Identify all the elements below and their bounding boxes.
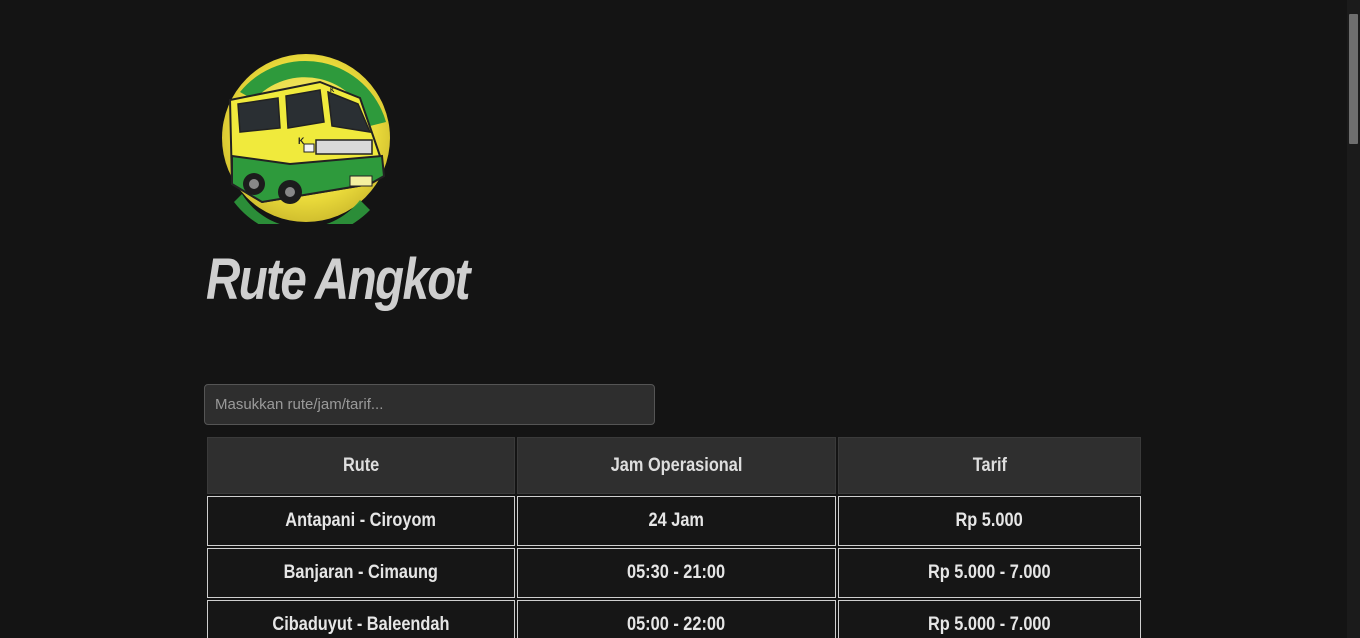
angkot-van-logo-icon: K K: [220, 52, 392, 238]
scrollbar-thumb[interactable]: [1349, 14, 1358, 144]
column-header-jam-operasional[interactable]: Jam Operasional: [517, 437, 836, 494]
column-header-rute[interactable]: Rute: [207, 437, 515, 494]
page: K K Rute Angkot Rute Jam Operasional Tar…: [0, 0, 1360, 638]
vertical-scrollbar[interactable]: [1347, 0, 1360, 638]
search-input[interactable]: [204, 384, 655, 425]
route-table: Rute Jam Operasional Tarif Antapani - Ci…: [205, 435, 1143, 638]
route-cell: Cibaduyut - Baleendah: [207, 600, 515, 638]
fare-cell: Rp 5.000: [838, 496, 1141, 546]
page-title: Rute Angkot: [206, 247, 471, 312]
table-row: Antapani - Ciroyom 24 Jam Rp 5.000: [207, 496, 1141, 546]
hours-cell: 05:30 - 21:00: [517, 548, 836, 598]
fare-cell: Rp 5.000 - 7.000: [838, 600, 1141, 638]
hours-cell: 05:00 - 22:00: [517, 600, 836, 638]
hours-cell: 24 Jam: [517, 496, 836, 546]
svg-text:K: K: [298, 136, 305, 146]
column-header-tarif[interactable]: Tarif: [838, 437, 1141, 494]
route-cell: Banjaran - Cimaung: [207, 548, 515, 598]
svg-text:K: K: [330, 88, 335, 94]
fare-cell: Rp 5.000 - 7.000: [838, 548, 1141, 598]
table-row: Cibaduyut - Baleendah 05:00 - 22:00 Rp 5…: [207, 600, 1141, 638]
route-cell: Antapani - Ciroyom: [207, 496, 515, 546]
table-row: Banjaran - Cimaung 05:30 - 21:00 Rp 5.00…: [207, 548, 1141, 598]
table-header-row: Rute Jam Operasional Tarif: [207, 437, 1141, 494]
